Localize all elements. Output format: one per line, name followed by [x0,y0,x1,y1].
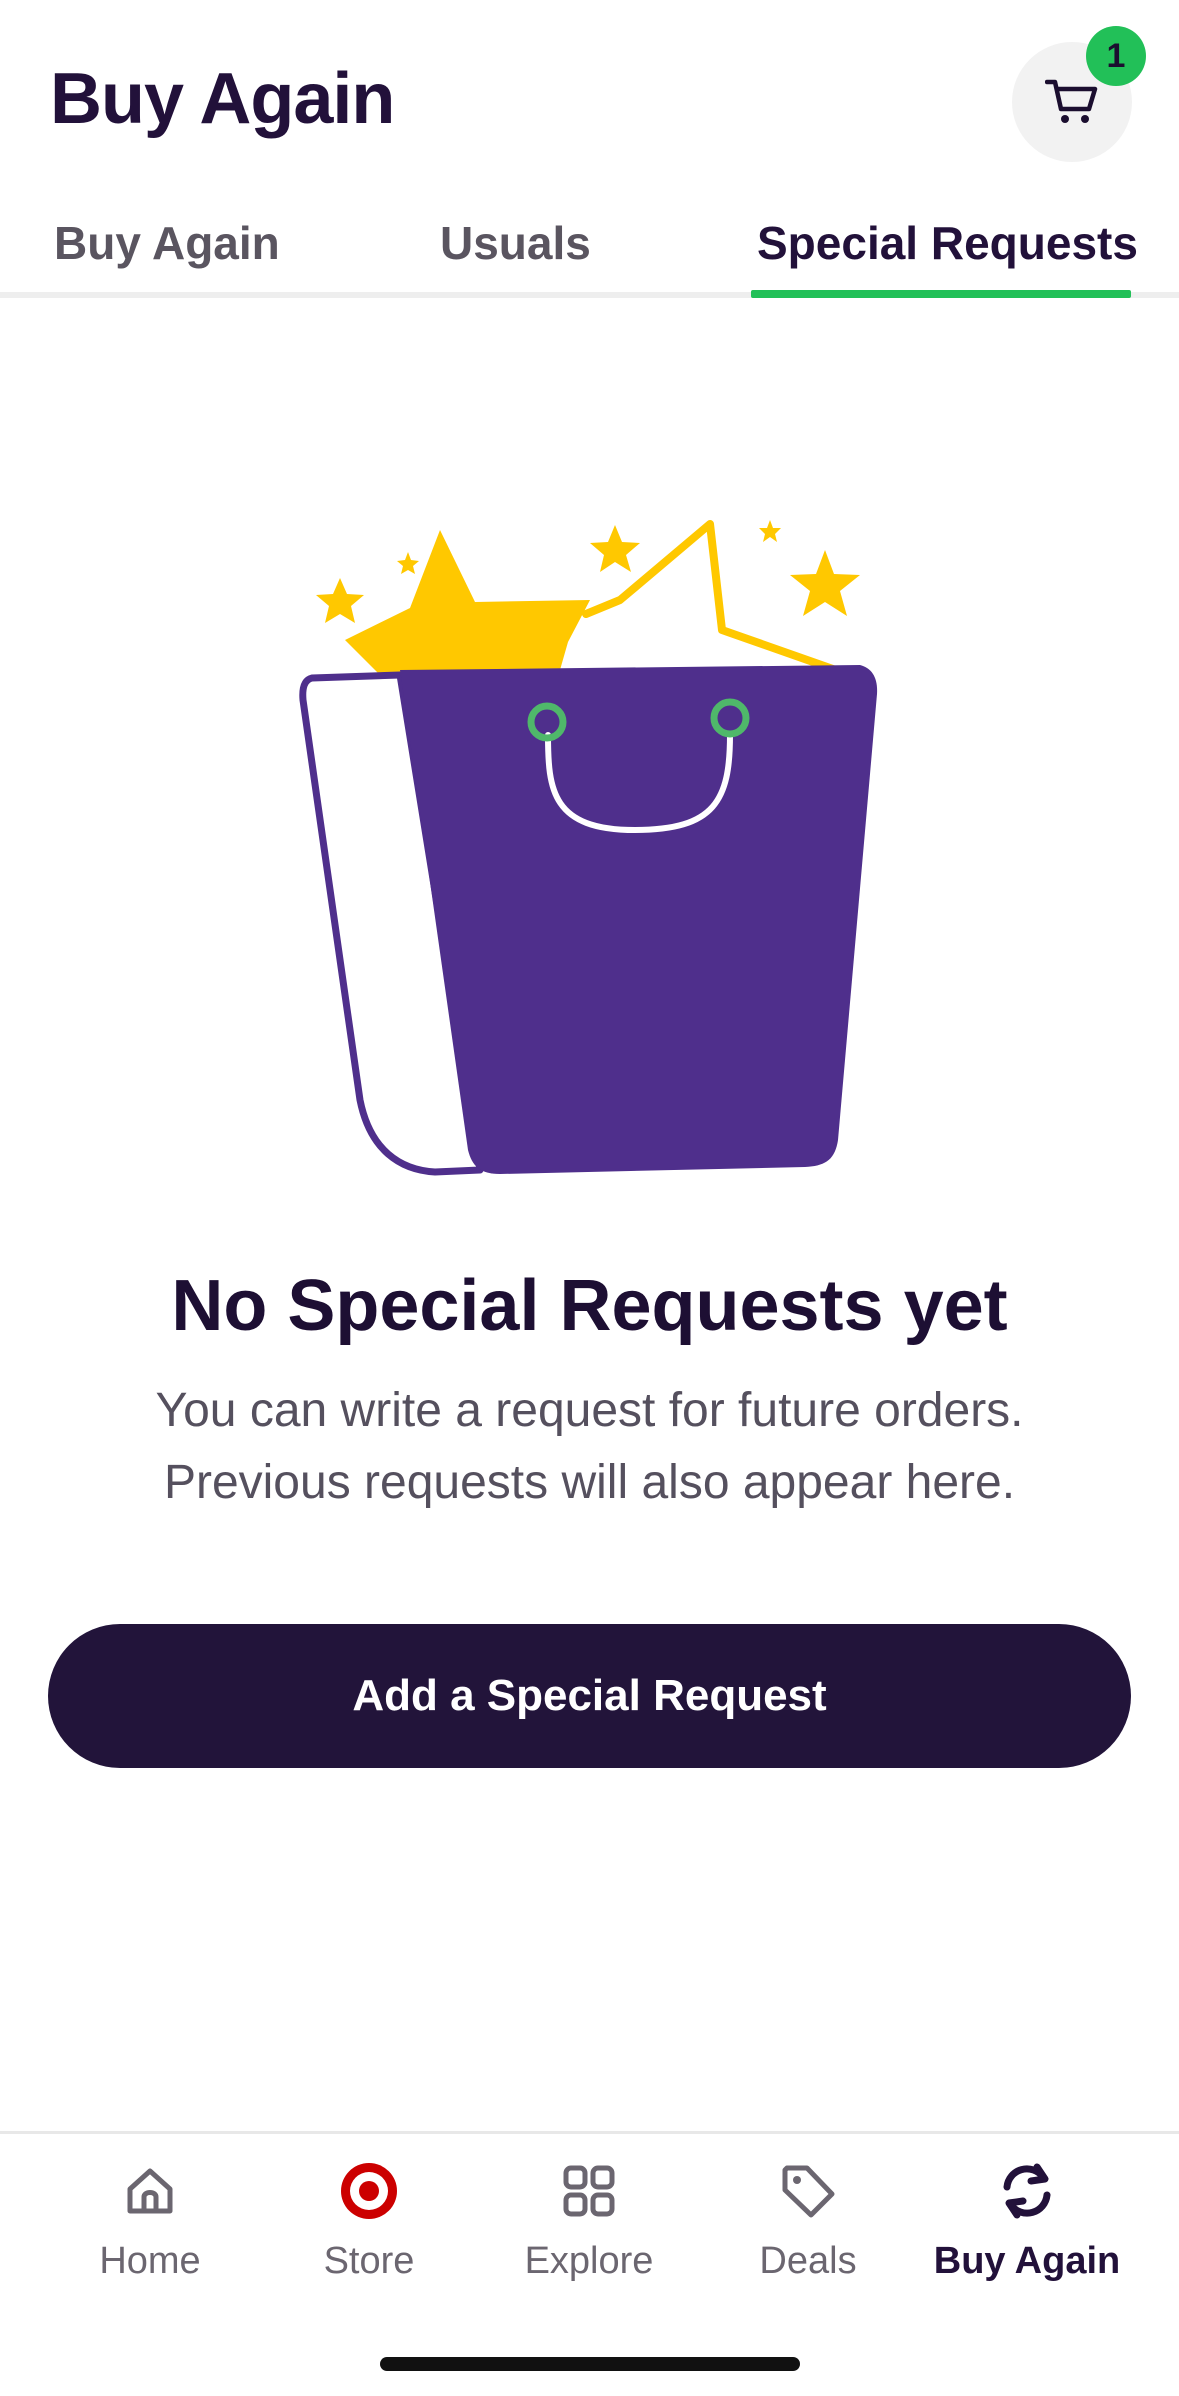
empty-state-title: No Special Requests yet [171,1266,1008,1346]
nav-label-deals: Deals [759,2240,857,2282]
tab-special-requests[interactable]: Special Requests [757,216,1138,270]
star-icon [397,552,419,574]
nav-item-home[interactable]: Home [40,2156,260,2283]
nav-item-explore[interactable]: Explore [479,2156,699,2283]
star-icon [316,578,364,623]
tag-icon [773,2156,843,2226]
star-icon [590,525,640,572]
nav-label-store: Store [323,2240,415,2282]
star-icon [790,550,860,616]
nav-label-home: Home [99,2240,201,2282]
shopping-bag-stars-illustration [299,520,878,1176]
active-tab-indicator [751,290,1131,298]
nav-item-store[interactable]: Store [259,2156,479,2283]
refresh-icon [992,2156,1062,2226]
nav-label-explore: Explore [524,2240,654,2282]
nav-label-buy-again: Buy Again [933,2240,1121,2282]
cart-icon [1045,79,1098,123]
target-icon [334,2156,404,2226]
empty-state-line-1: You can write a request for future order… [155,1384,1024,1437]
cart-count-badge: 1 [1086,26,1146,86]
home-icon [115,2156,185,2226]
page-title: Buy Again [50,59,395,139]
tab-buy-again[interactable]: Buy Again [54,216,280,270]
home-indicator-bar[interactable] [380,2357,800,2371]
tab-usuals[interactable]: Usuals [440,216,591,270]
empty-state-line-2: Previous requests will also appear here. [163,1456,1016,1509]
star-icon [759,520,781,542]
tab-bar: Buy Again Usuals Special Requests [0,190,1179,298]
nav-item-buy-again[interactable]: Buy Again [917,2156,1137,2283]
nav-item-deals[interactable]: Deals [698,2156,918,2283]
grid-icon [554,2156,624,2226]
empty-state-description: You can write a request for future order… [0,1375,1179,1519]
screen: Buy Again 1 Buy Again Usuals Special Req… [0,0,1179,2396]
add-special-request-button[interactable]: Add a Special Request [48,1624,1131,1768]
